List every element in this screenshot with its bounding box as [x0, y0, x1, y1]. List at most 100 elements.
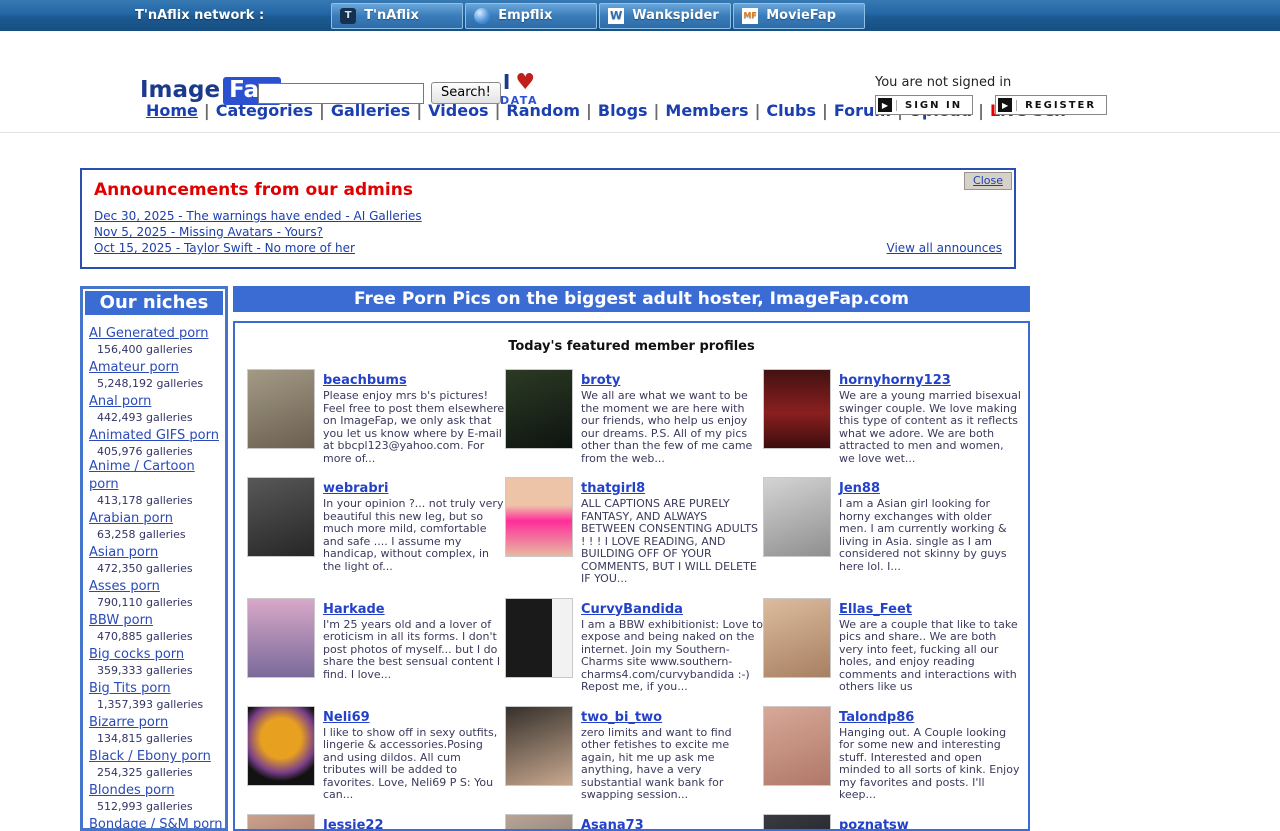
niche-item: BBW porn470,885 galleries [89, 609, 223, 643]
i-love-data-logo: I ♥ DATA [496, 72, 542, 106]
profile-description: I'm 25 years old and a lover of eroticis… [323, 619, 505, 682]
profile-description: We all are what we want to be the moment… [581, 390, 763, 465]
niche-item: Black / Ebony porn254,325 galleries [89, 745, 223, 779]
search-button[interactable]: Search! [431, 82, 501, 104]
niche-link[interactable]: Animated GIFS porn [89, 427, 219, 445]
nav-members[interactable]: Members [665, 101, 748, 120]
niche-link[interactable]: Big cocks porn [89, 646, 184, 664]
profile-thumbnail[interactable] [505, 477, 573, 557]
view-all-announces-link[interactable]: View all announces [887, 241, 1002, 255]
member-profile: beachbums Please enjoy mrs b's pictures! … [247, 369, 505, 465]
niche-link[interactable]: Arabian porn [89, 510, 173, 528]
network-site-tnaflix[interactable]: T T'nAflix [331, 3, 463, 29]
ild-i: I [503, 70, 510, 94]
profile-username-link[interactable]: Neli69 [323, 710, 370, 725]
announcement-link[interactable]: Dec 30, 2025 - The warnings have ended -… [94, 209, 422, 223]
niche-count: 134,815 galleries [97, 732, 223, 745]
niche-link[interactable]: Anime / Cartoon porn [89, 458, 223, 494]
profile-thumbnail[interactable] [763, 706, 831, 786]
profile-username-link[interactable]: webrabri [323, 481, 389, 496]
niche-link[interactable]: BBW porn [89, 612, 153, 630]
profile-username-link[interactable]: two_bi_two [581, 710, 662, 725]
niche-list: AI Generated porn156,400 galleries Amate… [83, 317, 225, 831]
register-button[interactable]: ▶ REGISTER [995, 95, 1107, 115]
member-profile: Ellas_FeetWe are a couple that like to t… [763, 598, 1021, 694]
niche-link[interactable]: Black / Ebony porn [89, 748, 211, 766]
profiles-grid: beachbums Please enjoy mrs b's pictures! … [235, 369, 1028, 831]
profile-thumbnail[interactable] [247, 706, 315, 786]
niche-link[interactable]: Blondes porn [89, 782, 174, 800]
profile-thumbnail[interactable] [763, 814, 831, 831]
niche-count: 512,993 galleries [97, 800, 223, 813]
nav-separator: | [749, 101, 767, 120]
content-row: Our niches AI Generated porn156,400 gall… [80, 286, 1280, 831]
profile-username-link[interactable]: poznatsw [839, 818, 909, 831]
niche-count: 470,885 galleries [97, 630, 223, 643]
close-label: Close [973, 174, 1003, 187]
empflix-icon [474, 8, 490, 24]
profile-username-link[interactable]: Talondp86 [839, 710, 914, 725]
network-site-moviefap[interactable]: MF MovieFap [733, 3, 865, 29]
niche-count: 1,357,393 galleries [97, 698, 223, 711]
search-input[interactable] [258, 83, 424, 104]
profile-thumbnail[interactable] [763, 598, 831, 678]
niche-link[interactable]: Bondage / S&M porn [89, 816, 223, 831]
profile-description: Please enjoy mrs b's pictures! Feel free… [323, 390, 505, 465]
profile-username-link[interactable]: Asana73 [581, 818, 644, 831]
profile-thumbnail[interactable] [247, 477, 315, 557]
profile-username-link[interactable]: broty [581, 373, 620, 388]
network-site-wankspider[interactable]: W Wankspider [599, 3, 731, 29]
announcements-close-button[interactable]: Close [964, 172, 1012, 190]
signin-status-text: You are not signed in [875, 75, 1107, 90]
profile-thumbnail[interactable] [505, 598, 573, 678]
profile-thumbnail[interactable] [763, 477, 831, 557]
network-site-label: Wankspider [632, 8, 719, 23]
profile-thumbnail[interactable] [763, 369, 831, 449]
member-profile: Jessie22Hey Hey :) I'm Jessie, 24yrs old… [247, 814, 505, 831]
nav-home[interactable]: Home [146, 101, 198, 120]
niche-link[interactable]: Bizarre porn [89, 714, 168, 732]
main-banner: Free Porn Pics on the biggest adult host… [233, 286, 1030, 312]
profile-username-link[interactable]: hornyhorny123 [839, 373, 951, 388]
arrow-icon: ▶ [998, 98, 1012, 112]
niche-link[interactable]: Asian porn [89, 544, 158, 562]
niche-item: Asian porn472,350 galleries [89, 541, 223, 575]
profile-username-link[interactable]: Harkade [323, 602, 385, 617]
nav-clubs[interactable]: Clubs [766, 101, 816, 120]
profile-username-link[interactable]: Jen88 [839, 481, 880, 496]
nav-blogs[interactable]: Blogs [598, 101, 648, 120]
announcement-link[interactable]: Nov 5, 2025 - Missing Avatars - Yours? [94, 225, 323, 239]
member-profile: Harkade I'm 25 years old and a lover of e… [247, 598, 505, 694]
profile-description: I am a BBW exhibitionist: Love to expose… [581, 619, 763, 694]
network-site-empflix[interactable]: Empflix [465, 3, 597, 29]
niche-count: 63,258 galleries [97, 528, 223, 541]
main-content: Free Porn Pics on the biggest adult host… [233, 286, 1030, 831]
profile-thumbnail[interactable] [505, 814, 573, 831]
profile-username-link[interactable]: beachbums [323, 373, 407, 388]
profile-username-link[interactable]: Jessie22 [323, 818, 384, 831]
profile-thumbnail[interactable] [247, 369, 315, 449]
niche-link[interactable]: Asses porn [89, 578, 160, 596]
member-profile: Asana73i am tall (5' 11" (180cm) ) horny… [505, 814, 763, 831]
profile-thumbnail[interactable] [247, 598, 315, 678]
niche-link[interactable]: Amateur porn [89, 359, 179, 377]
niche-link[interactable]: Big Tits porn [89, 680, 171, 698]
profile-username-link[interactable]: thatgirl8 [581, 481, 645, 496]
profile-thumbnail[interactable] [247, 814, 315, 831]
announcement-link[interactable]: Oct 15, 2025 - Taylor Swift - No more of… [94, 241, 355, 255]
niche-item: Bizarre porn134,815 galleries [89, 711, 223, 745]
heart-icon: ♥ [515, 70, 535, 95]
network-site-label: T'nAflix [364, 8, 419, 23]
register-label: REGISTER [1016, 100, 1106, 111]
profile-username-link[interactable]: CurvyBandida [581, 602, 683, 617]
network-site-label: Empflix [498, 8, 552, 23]
profile-description: I am a Asian girl looking for horny exch… [839, 498, 1021, 573]
logo-text-image: Image [140, 77, 220, 103]
sign-in-button[interactable]: ▶ SIGN IN [875, 95, 973, 115]
profile-thumbnail[interactable] [505, 369, 573, 449]
niche-item: Big cocks porn359,333 galleries [89, 643, 223, 677]
niche-link[interactable]: Anal porn [89, 393, 151, 411]
profile-username-link[interactable]: Ellas_Feet [839, 602, 912, 617]
profile-thumbnail[interactable] [505, 706, 573, 786]
niche-link[interactable]: AI Generated porn [89, 325, 209, 343]
